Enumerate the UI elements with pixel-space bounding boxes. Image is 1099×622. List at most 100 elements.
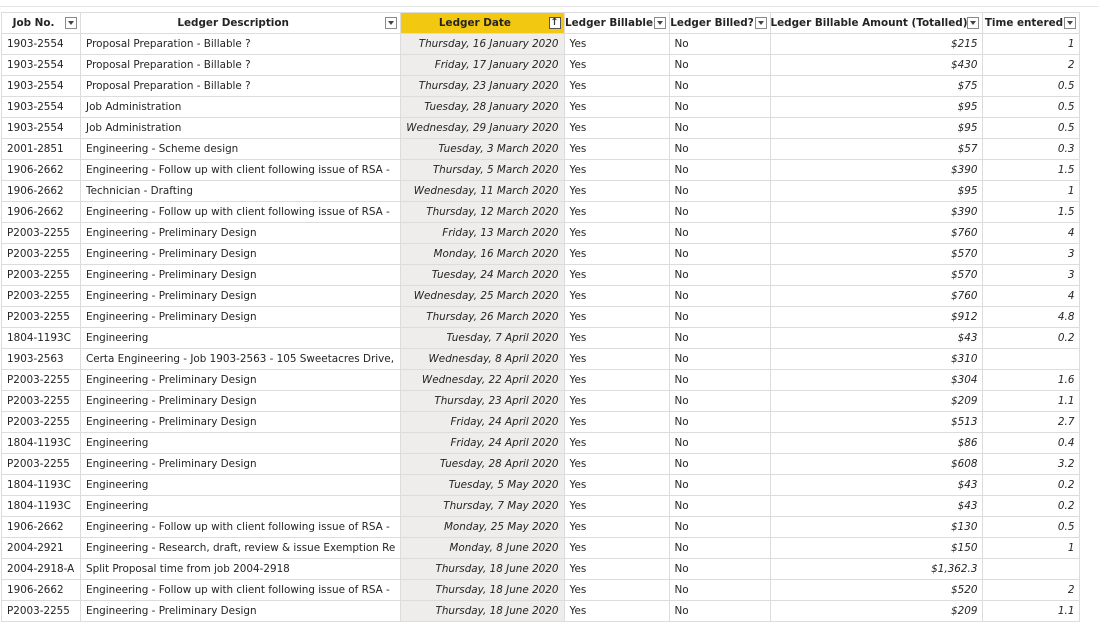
- cell-billable: Yes: [563, 495, 670, 517]
- table-row[interactable]: 1804-1193C Engineering Tuesday, 7 April 20…: [1, 327, 1081, 349]
- table-row[interactable]: P2003-2255 Engineering - Preliminary Desi…: [1, 222, 1081, 244]
- cell-job: 1804-1193C: [1, 327, 81, 349]
- filter-dropdown-icon[interactable]: [653, 17, 666, 29]
- cell-job: P2003-2255: [1, 390, 81, 412]
- table-row[interactable]: 2004-2921 Engineering - Research, draft, …: [1, 537, 1081, 559]
- cell-job: 1903-2563: [1, 348, 81, 370]
- table-row[interactable]: 1906-2662 Engineering - Follow up with cl…: [1, 159, 1081, 181]
- cell-billable: Yes: [563, 369, 670, 391]
- cell-time: 0.5: [982, 96, 1081, 118]
- table-row[interactable]: 1906-2662 Engineering - Follow up with cl…: [1, 579, 1081, 601]
- table-row[interactable]: P2003-2255 Engineering - Preliminary Desi…: [1, 306, 1081, 328]
- col-header-billable[interactable]: Ledger Billable: [563, 12, 670, 34]
- cell-date: Thursday, 26 March 2020: [400, 306, 565, 328]
- col-header-date[interactable]: Ledger Date ↑: [400, 12, 565, 34]
- table-row[interactable]: P2003-2255 Engineering - Preliminary Desi…: [1, 369, 1081, 391]
- col-header-label: Time entered: [984, 17, 1064, 29]
- filter-dropdown-icon[interactable]: [754, 17, 767, 29]
- cell-date: Thursday, 12 March 2020: [400, 201, 565, 223]
- cell-billable: Yes: [563, 390, 670, 412]
- cell-amount: $608: [769, 453, 984, 475]
- table-row[interactable]: 1903-2554 Proposal Preparation - Billable…: [1, 75, 1081, 97]
- cell-job: 2001-2851: [1, 138, 81, 160]
- cell-billable: Yes: [563, 54, 670, 76]
- cell-billable: Yes: [563, 579, 670, 601]
- table-visual: Job No. Ledger Description Ledger Date ↑ …: [0, 0, 1099, 622]
- cell-billed: No: [668, 33, 771, 55]
- cell-time: 0.5: [982, 117, 1081, 139]
- table-row[interactable]: 1906-2662 Technician - Drafting Wednesday,…: [1, 180, 1081, 202]
- table-row[interactable]: 2001-2851 Engineering - Scheme design Tues…: [1, 138, 1081, 160]
- cell-billed: No: [668, 369, 771, 391]
- table-row[interactable]: 1903-2554 Job Administration Wednesday, 29…: [1, 117, 1081, 139]
- table-row[interactable]: 1903-2554 Proposal Preparation - Billable…: [1, 33, 1081, 55]
- table-row[interactable]: 1906-2662 Engineering - Follow up with cl…: [1, 516, 1081, 538]
- cell-billed: No: [668, 243, 771, 265]
- cell-job: 1804-1193C: [1, 474, 81, 496]
- cell-time: 3: [982, 264, 1081, 286]
- cell-billed: No: [668, 558, 771, 580]
- table-row[interactable]: P2003-2255 Engineering - Preliminary Desi…: [1, 264, 1081, 286]
- table-row[interactable]: 1903-2563 Certa Engineering - Job 1903-25…: [1, 348, 1081, 370]
- cell-billable: Yes: [563, 306, 670, 328]
- table-row[interactable]: P2003-2255 Engineering - Preliminary Desi…: [1, 600, 1081, 622]
- cell-billable: Yes: [563, 264, 670, 286]
- sort-ascending-icon[interactable]: ↑: [548, 17, 561, 29]
- cell-amount: $209: [769, 390, 984, 412]
- table-row[interactable]: P2003-2255 Engineering - Preliminary Desi…: [1, 243, 1081, 265]
- cell-amount: $912: [769, 306, 984, 328]
- filter-dropdown-icon[interactable]: [65, 17, 77, 29]
- cell-job: P2003-2255: [1, 453, 81, 475]
- col-header-billed[interactable]: Ledger Billed?: [668, 12, 771, 34]
- cell-date: Thursday, 18 June 2020: [400, 600, 565, 622]
- filter-dropdown-icon[interactable]: [967, 17, 980, 29]
- cell-time: 1.1: [982, 390, 1081, 412]
- table-row[interactable]: P2003-2255 Engineering - Preliminary Desi…: [1, 453, 1081, 475]
- cell-date: Thursday, 18 June 2020: [400, 579, 565, 601]
- cell-billable: Yes: [563, 285, 670, 307]
- cell-date: Tuesday, 28 January 2020: [400, 96, 565, 118]
- cell-job: 1906-2662: [1, 201, 81, 223]
- table-row[interactable]: 1903-2554 Job Administration Tuesday, 28 J…: [1, 96, 1081, 118]
- cell-amount: $570: [769, 264, 984, 286]
- col-header-time[interactable]: Time entered: [982, 12, 1081, 34]
- cell-billed: No: [668, 432, 771, 454]
- filter-dropdown-icon[interactable]: [1064, 17, 1077, 29]
- cell-amount: $570: [769, 243, 984, 265]
- table-row[interactable]: P2003-2255 Engineering - Preliminary Desi…: [1, 390, 1081, 412]
- cell-date: Thursday, 23 January 2020: [400, 75, 565, 97]
- cell-time: 2.7: [982, 411, 1081, 433]
- cell-date: Wednesday, 25 March 2020: [400, 285, 565, 307]
- cell-desc: Engineering: [79, 474, 402, 496]
- table-row[interactable]: 2004-2918-A Split Proposal time from job …: [1, 558, 1081, 580]
- cell-time: 0.3: [982, 138, 1081, 160]
- col-header-job[interactable]: Job No.: [1, 12, 81, 34]
- table-row[interactable]: 1906-2662 Engineering - Follow up with cl…: [1, 201, 1081, 223]
- cell-job: 1903-2554: [1, 117, 81, 139]
- cell-date: Thursday, 5 March 2020: [400, 159, 565, 181]
- table-row[interactable]: 1804-1193C Engineering Thursday, 7 May 202…: [1, 495, 1081, 517]
- table-row[interactable]: P2003-2255 Engineering - Preliminary Desi…: [1, 411, 1081, 433]
- cell-billable: Yes: [563, 96, 670, 118]
- cell-time: 4.8: [982, 306, 1081, 328]
- cell-date: Tuesday, 24 March 2020: [400, 264, 565, 286]
- col-header-amount[interactable]: Ledger Billable Amount (Totalled): [769, 12, 984, 34]
- col-header-desc[interactable]: Ledger Description: [79, 12, 402, 34]
- table-row[interactable]: 1804-1193C Engineering Tuesday, 5 May 2020…: [1, 474, 1081, 496]
- cell-billable: Yes: [563, 243, 670, 265]
- cell-time: 0.2: [982, 474, 1081, 496]
- cell-date: Tuesday, 28 April 2020: [400, 453, 565, 475]
- cell-desc: Split Proposal time from job 2004-2918: [79, 558, 402, 580]
- table-row[interactable]: 1903-2554 Proposal Preparation - Billable…: [1, 54, 1081, 76]
- table-row[interactable]: 1804-1193C Engineering Friday, 24 April 20…: [1, 432, 1081, 454]
- table-row[interactable]: P2003-2255 Engineering - Preliminary Desi…: [1, 285, 1081, 307]
- cell-amount: $150: [769, 537, 984, 559]
- cell-billable: Yes: [563, 180, 670, 202]
- cell-time: 0.5: [982, 516, 1081, 538]
- cell-desc: Certa Engineering - Job 1903-2563 - 105 …: [79, 348, 402, 370]
- header-row: Job No. Ledger Description Ledger Date ↑ …: [1, 12, 1081, 34]
- cell-billed: No: [668, 537, 771, 559]
- filter-dropdown-icon[interactable]: [385, 17, 398, 29]
- cell-billable: Yes: [563, 411, 670, 433]
- cell-desc: Engineering - Preliminary Design: [79, 243, 402, 265]
